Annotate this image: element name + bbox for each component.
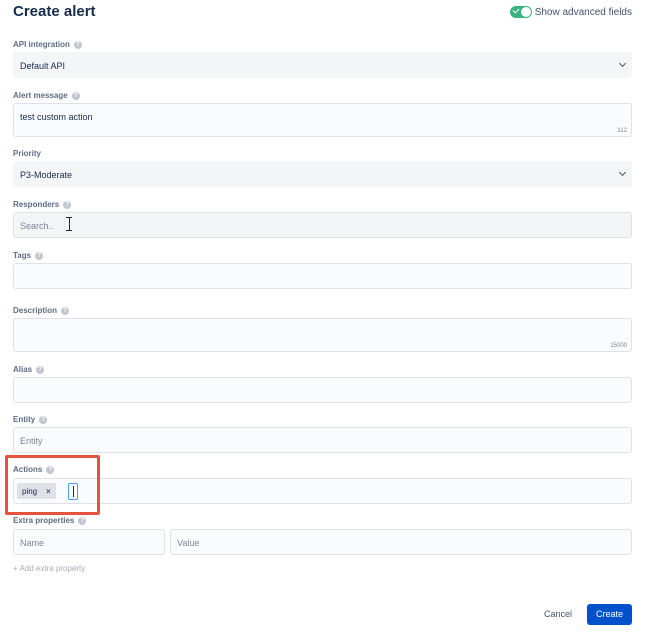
extra-property-value-input[interactable]: Value	[170, 529, 632, 555]
add-extra-property-link[interactable]: + Add extra property	[13, 564, 85, 573]
advanced-fields-toggle[interactable]: Show advanced fields	[509, 6, 632, 18]
tags-label: Tags ?	[13, 251, 44, 260]
help-icon[interactable]: ?	[35, 251, 44, 260]
priority-label: Priority	[13, 149, 41, 158]
advanced-fields-label: Show advanced fields	[534, 6, 632, 18]
entity-input[interactable]: Entity	[13, 427, 632, 453]
alert-message-label: Alert message ?	[13, 91, 80, 100]
form-title: Create alert	[13, 3, 96, 20]
api-integration-label: API integration ?	[13, 40, 82, 49]
help-icon[interactable]: ?	[63, 200, 72, 209]
help-icon[interactable]: ?	[36, 365, 45, 374]
entity-label-text: Entity	[13, 415, 36, 424]
check-icon	[512, 6, 520, 14]
api-integration-value: Default API	[20, 61, 66, 71]
create-button[interactable]: Create	[587, 604, 632, 625]
entity-placeholder: Entity	[20, 436, 43, 446]
description-field[interactable]: 15000	[13, 318, 632, 352]
alert-message-counter: 112	[617, 128, 627, 134]
priority-value: P3-Moderate	[20, 170, 73, 180]
alert-message-field[interactable]: test custom action 112	[13, 103, 632, 137]
alias-input[interactable]	[13, 377, 632, 403]
chevron-down-icon	[618, 168, 627, 177]
alert-message-label-text: Alert message	[13, 91, 68, 100]
extra-property-name-input[interactable]: Name	[13, 529, 165, 555]
help-icon[interactable]: ?	[73, 40, 82, 49]
actions-input[interactable]	[13, 478, 632, 504]
description-label-text: Description	[13, 306, 58, 315]
help-icon[interactable]: ?	[71, 91, 80, 100]
responders-label: Responders ?	[13, 200, 72, 209]
alias-label-text: Alias	[13, 365, 33, 374]
value-placeholder: Value	[177, 538, 200, 548]
extra-properties-label-text: Extra properties	[13, 516, 75, 525]
tags-label-text: Tags	[13, 251, 32, 260]
description-counter: 15000	[610, 343, 627, 349]
description-label: Description ?	[13, 306, 70, 315]
toggle-switch[interactable]	[509, 6, 532, 18]
help-icon[interactable]: ?	[78, 516, 87, 525]
text-cursor-icon	[65, 217, 73, 231]
priority-label-text: Priority	[13, 149, 42, 158]
api-integration-label-text: API integration	[13, 40, 70, 49]
name-placeholder: Name	[20, 538, 45, 548]
chevron-down-icon	[618, 59, 627, 68]
tags-input[interactable]	[13, 263, 632, 289]
responders-placeholder: Search..	[20, 221, 54, 231]
highlight-box	[5, 455, 100, 515]
entity-label: Entity ?	[13, 415, 48, 424]
alert-message-value: test custom action	[20, 112, 93, 122]
cancel-button[interactable]: Cancel	[537, 604, 579, 624]
help-icon[interactable]: ?	[39, 415, 48, 424]
priority-select[interactable]: P3-Moderate	[13, 161, 632, 187]
toggle-knob	[520, 7, 531, 17]
extra-properties-label: Extra properties ?	[13, 516, 87, 525]
api-integration-select[interactable]: Default API	[13, 52, 632, 78]
responders-label-text: Responders	[13, 200, 60, 209]
alias-label: Alias ?	[13, 365, 45, 374]
help-icon[interactable]: ?	[61, 306, 70, 315]
responders-search-input[interactable]: Search..	[13, 212, 632, 238]
